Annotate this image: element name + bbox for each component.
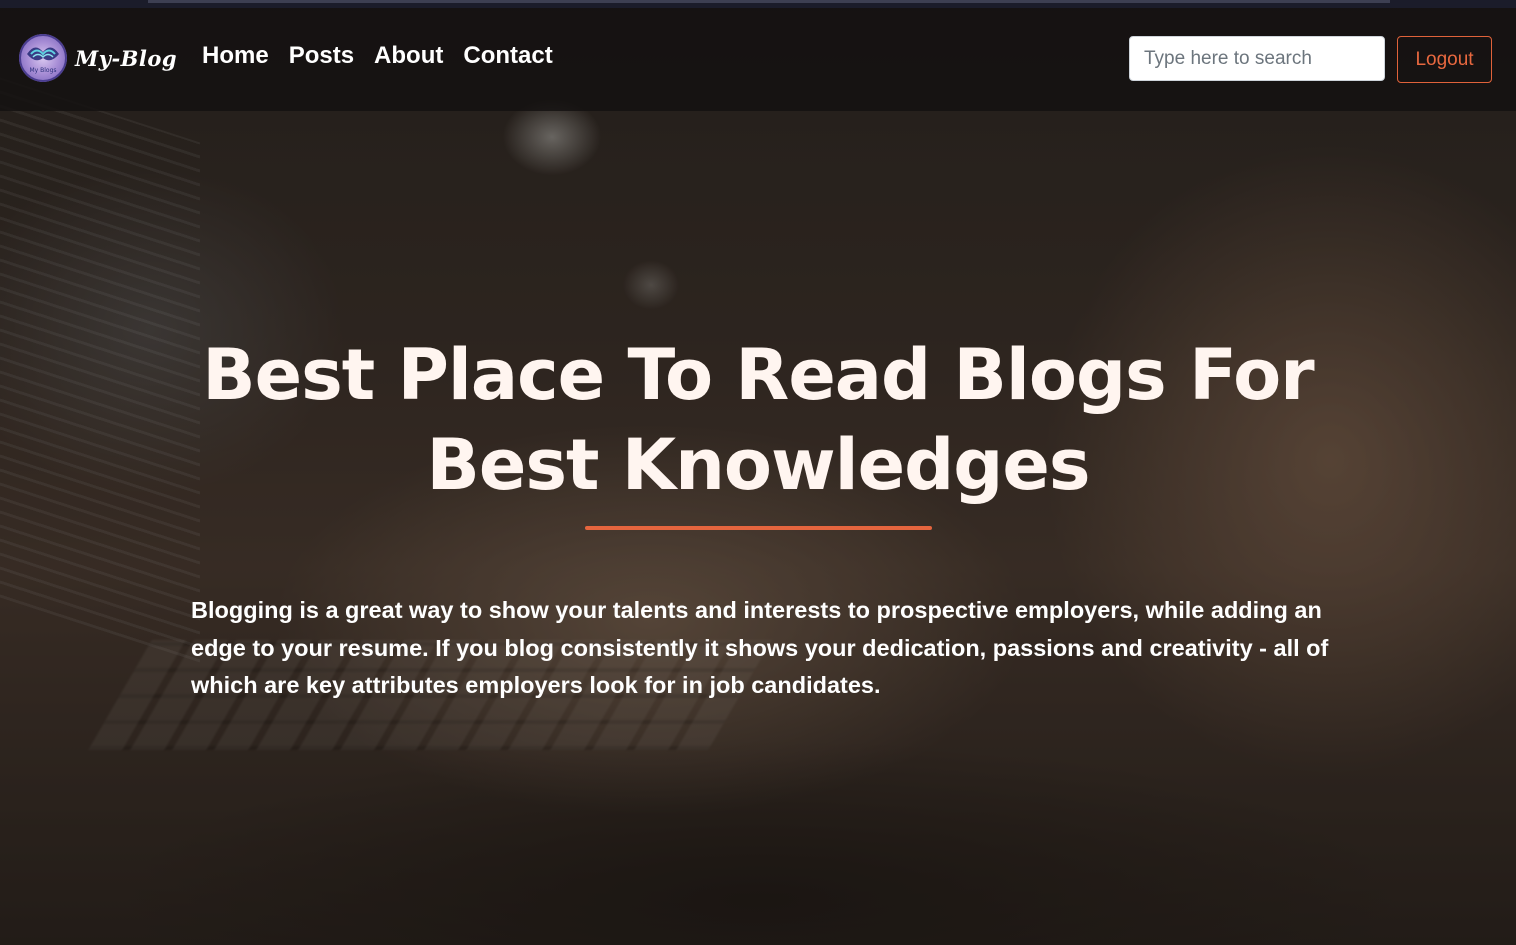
brand[interactable]: My Blogs My-Blog bbox=[19, 34, 177, 82]
hero-title-underline bbox=[585, 526, 932, 530]
logo-swirl-icon: My Blogs bbox=[19, 34, 67, 82]
nav-links: Home Posts About Contact bbox=[202, 42, 553, 70]
nav-link-contact[interactable]: Contact bbox=[463, 42, 552, 70]
nav-link-about[interactable]: About bbox=[374, 42, 443, 70]
hero-description: Blogging is a great way to show your tal… bbox=[191, 597, 1329, 698]
logout-button[interactable]: Logout bbox=[1397, 36, 1492, 83]
nav-link-home[interactable]: Home bbox=[202, 42, 269, 70]
top-strip-bar bbox=[148, 0, 1390, 3]
my-blog-logo-icon: My Blogs bbox=[19, 34, 67, 82]
search-input[interactable] bbox=[1129, 36, 1385, 81]
logo-text: My Blogs bbox=[29, 67, 56, 74]
nav-link-posts[interactable]: Posts bbox=[289, 42, 354, 70]
navbar: My Blogs My-Blog Home Posts About Contac… bbox=[0, 8, 1516, 111]
brand-name[interactable]: My-Blog bbox=[75, 46, 177, 71]
page: My Blogs My-Blog Home Posts About Contac… bbox=[0, 0, 1516, 945]
hero-title: Best Place To Read Blogs For Best Knowle… bbox=[202, 334, 1314, 506]
browser-top-strip bbox=[0, 0, 1516, 8]
